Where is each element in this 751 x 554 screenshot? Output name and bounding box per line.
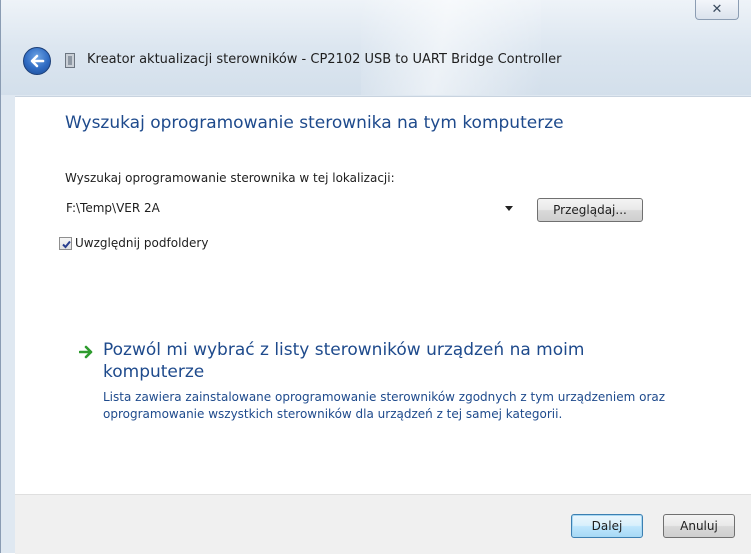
back-arrow-icon bbox=[30, 54, 45, 68]
cancel-button[interactable]: Anuluj bbox=[663, 514, 735, 538]
hardware-wizard-icon bbox=[65, 53, 75, 68]
include-subfolders-checkbox[interactable] bbox=[59, 237, 72, 250]
pick-driver-description: Lista zawiera zainstalowane oprogramowan… bbox=[103, 390, 666, 421]
green-arrow-icon bbox=[79, 345, 93, 359]
browse-button[interactable]: Przeglądaj... bbox=[537, 198, 643, 222]
dropdown-arrow-icon[interactable] bbox=[505, 206, 513, 211]
close-button[interactable]: ✕ bbox=[695, 0, 739, 20]
close-icon: ✕ bbox=[711, 2, 723, 17]
title-bar-glare bbox=[361, 0, 541, 95]
next-button[interactable]: Dalej bbox=[571, 514, 643, 538]
button-bar: Dalej Anuluj bbox=[15, 494, 751, 554]
wizard-window: ✕ Kreator aktualizacji sterowników - CP2… bbox=[0, 0, 751, 554]
title-bar bbox=[1, 0, 751, 95]
include-subfolders-label: Uwzględnij podfoldery bbox=[75, 236, 209, 250]
wizard-content: Wyszukaj oprogramowanie sterownika na ty… bbox=[15, 96, 751, 495]
page-heading: Wyszukaj oprogramowanie sterownika na ty… bbox=[65, 113, 564, 133]
pick-driver-link[interactable]: Pozwól mi wybrać z listy sterowników urz… bbox=[103, 339, 623, 383]
location-value: F:\Temp\VER 2A bbox=[66, 201, 160, 215]
back-button[interactable] bbox=[23, 47, 51, 75]
location-combobox[interactable]: F:\Temp\VER 2A bbox=[59, 196, 525, 220]
location-label: Wyszukaj oprogramowanie sterownika w tej… bbox=[65, 171, 395, 185]
checkmark-icon bbox=[62, 240, 71, 249]
window-title: Kreator aktualizacji sterowników - CP210… bbox=[87, 52, 562, 67]
